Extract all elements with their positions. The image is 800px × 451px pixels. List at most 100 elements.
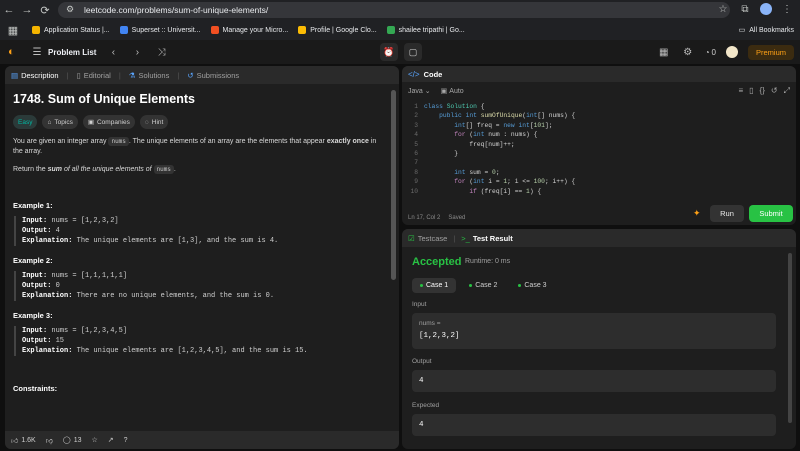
tab-submissions[interactable]: ↺ Submissions [187,71,239,80]
streak-count: 0 [711,47,716,57]
line-number: 7 [414,159,418,167]
example-block: Input: nums = [1,2,3,4,5] Output: 15 Exp… [14,326,385,356]
code-icon: </> [408,69,420,79]
language-label: Java [408,87,423,95]
output-value: 4 [419,377,424,385]
braces-icon[interactable]: {} [760,86,765,96]
site-info-icon[interactable]: ⚙ [66,4,78,16]
premium-button[interactable]: Premium [747,44,794,60]
tab-description[interactable]: ▤ Description [11,71,59,80]
leetcode-logo[interactable]: ◐ [8,46,20,58]
tag-icon: ⌂ [47,118,52,126]
share-icon[interactable]: ↗ [108,436,114,444]
back-icon[interactable]: ← [0,1,18,19]
comments-button[interactable]: ◯ 13 [63,436,82,445]
italic-bold-text: sum [47,166,63,173]
code-editor[interactable]: 1 class Solution { 2 public int sumOfUniq… [402,102,796,202]
forward-icon[interactable]: → [18,1,36,19]
bookmark-item[interactable]: shailee tripathi | Go... [386,26,465,34]
hint-pill[interactable]: ◌ Hint [139,115,169,129]
sparkle-icon[interactable]: ✦ [693,208,703,218]
tab-solutions[interactable]: ⚗ Solutions [129,71,170,80]
run-button[interactable]: Run [710,205,744,222]
input-value: [1,2,3,2] [419,332,460,340]
code-tab-label[interactable]: Code [424,70,443,79]
problem-tags: Easy ⌂ Topics ▣ Companies ◌ Hint [13,115,385,129]
layout-icon[interactable]: ▦ [657,45,671,59]
language-select[interactable]: Java ⌄ [408,87,431,96]
case-tab[interactable]: Case 3 [510,278,554,293]
description-scrollbar[interactable] [391,90,396,280]
case-label: Case 1 [426,282,449,289]
streak-counter[interactable]: ◔ 0 [705,48,716,57]
bookmark-item[interactable]: Application Status |... [32,26,110,34]
problem-list-link[interactable]: Problem List [48,48,96,57]
example-block: Input: nums = [1,2,3,2] Output: 4 Explan… [14,216,385,246]
thumbs-down-icon[interactable]: 👎︎ [46,436,53,445]
prev-problem-icon[interactable]: ‹ [106,45,120,59]
bookmark-label: Superset :: Universit... [131,26,201,34]
bookmark-icon[interactable]: ▯ [749,86,753,96]
case-label: Case 2 [475,282,498,289]
text: You are given an integer array [13,138,109,145]
submit-button[interactable]: Submit [749,205,793,222]
italic-text: of all the unique elements of [62,166,154,173]
star-icon[interactable]: ☆ [91,436,97,444]
reset-icon[interactable]: ↺ [771,86,778,96]
like-button[interactable]: 👍︎ 1.6K [11,436,36,445]
input-label: Input: [22,272,48,280]
bookmark-item[interactable]: Manage your Micro... [210,26,288,34]
notes-icon[interactable]: ▢ [404,43,422,61]
apps-icon[interactable]: ▦ [4,21,22,39]
menu-icon[interactable]: ⋮ [780,2,794,16]
case-tab[interactable]: Case 2 [461,278,505,293]
settings-icon[interactable]: ⚙ [681,45,695,59]
profile-avatar[interactable] [760,3,772,15]
bold-text: exactly once [326,138,369,145]
user-avatar[interactable] [725,46,738,58]
case-label: Case 3 [524,282,547,289]
example-explanation: There are no unique elements, and the su… [76,292,275,300]
topics-pill[interactable]: ⌂ Topics [42,115,78,129]
mode-label: Auto [449,87,464,95]
list-icon[interactable]: ☰ [30,45,44,59]
input-var-name: nums = [419,320,441,327]
difficulty-badge[interactable]: Easy [13,115,38,129]
next-problem-icon[interactable]: › [130,45,144,59]
problem-title: 1748. Sum of Unique Elements [13,92,195,106]
bookmark-item[interactable]: Profile | Google Clo... [298,26,377,34]
explanation-label: Explanation: [22,292,73,300]
code-toolbar: Java ⌄ ▣ Auto ≡ ▯ {} ↺ ⤢ [402,82,796,100]
reload-icon[interactable]: ⟳ [36,1,54,19]
test-result-panel: ☑ Testcase | >_ Test Result Accepted Runti… [402,229,796,449]
favicon-icon [386,26,395,34]
tab-test-result[interactable]: >_ Test Result [461,234,512,243]
fullscreen-icon[interactable]: ⤢ [784,86,790,96]
extensions-icon[interactable]: ⧉ [738,2,752,16]
help-icon[interactable]: ? [124,437,128,444]
lock-icon: ▣ [87,119,94,126]
input-label: Input [412,301,427,308]
all-bookmarks-label: All Bookmarks [749,26,794,34]
companies-pill[interactable]: ▣ Companies [82,115,135,129]
output-box: 4 [412,370,776,392]
autocomplete-toggle[interactable]: ▣ Auto [441,87,464,96]
example-output: 15 [55,337,65,345]
browser-chrome: ← → ⟳ ⚙ leetcode.com/problems/sum-of-uni… [0,0,800,40]
case-tab[interactable]: Case 1 [412,278,457,293]
code-panel: </> Code Java ⌄ ▣ Auto ≡ ▯ {} ↺ ⤢ 1 class S… [402,66,796,225]
format-icon[interactable]: ≡ [738,86,743,96]
shuffle-icon[interactable]: ⤨ [154,45,168,59]
tab-testcase[interactable]: ☑ Testcase [408,234,447,243]
address-bar[interactable]: ⚙ leetcode.com/problems/sum-of-unique-el… [58,2,730,18]
history-icon: ↺ [187,70,194,80]
all-bookmarks[interactable]: ▭ All Bookmarks [739,21,794,39]
comment-count: 13 [73,436,82,444]
bookmark-item[interactable]: Superset :: Universit... [119,26,201,34]
star-icon[interactable]: ☆ [716,2,730,16]
tab-editorial[interactable]: ▯ Editorial [77,71,111,80]
result-scrollbar[interactable] [788,253,792,423]
timer-icon[interactable]: ⏰ [380,43,398,61]
pill-label: Companies [96,118,130,126]
input-label: Input: [22,327,48,335]
